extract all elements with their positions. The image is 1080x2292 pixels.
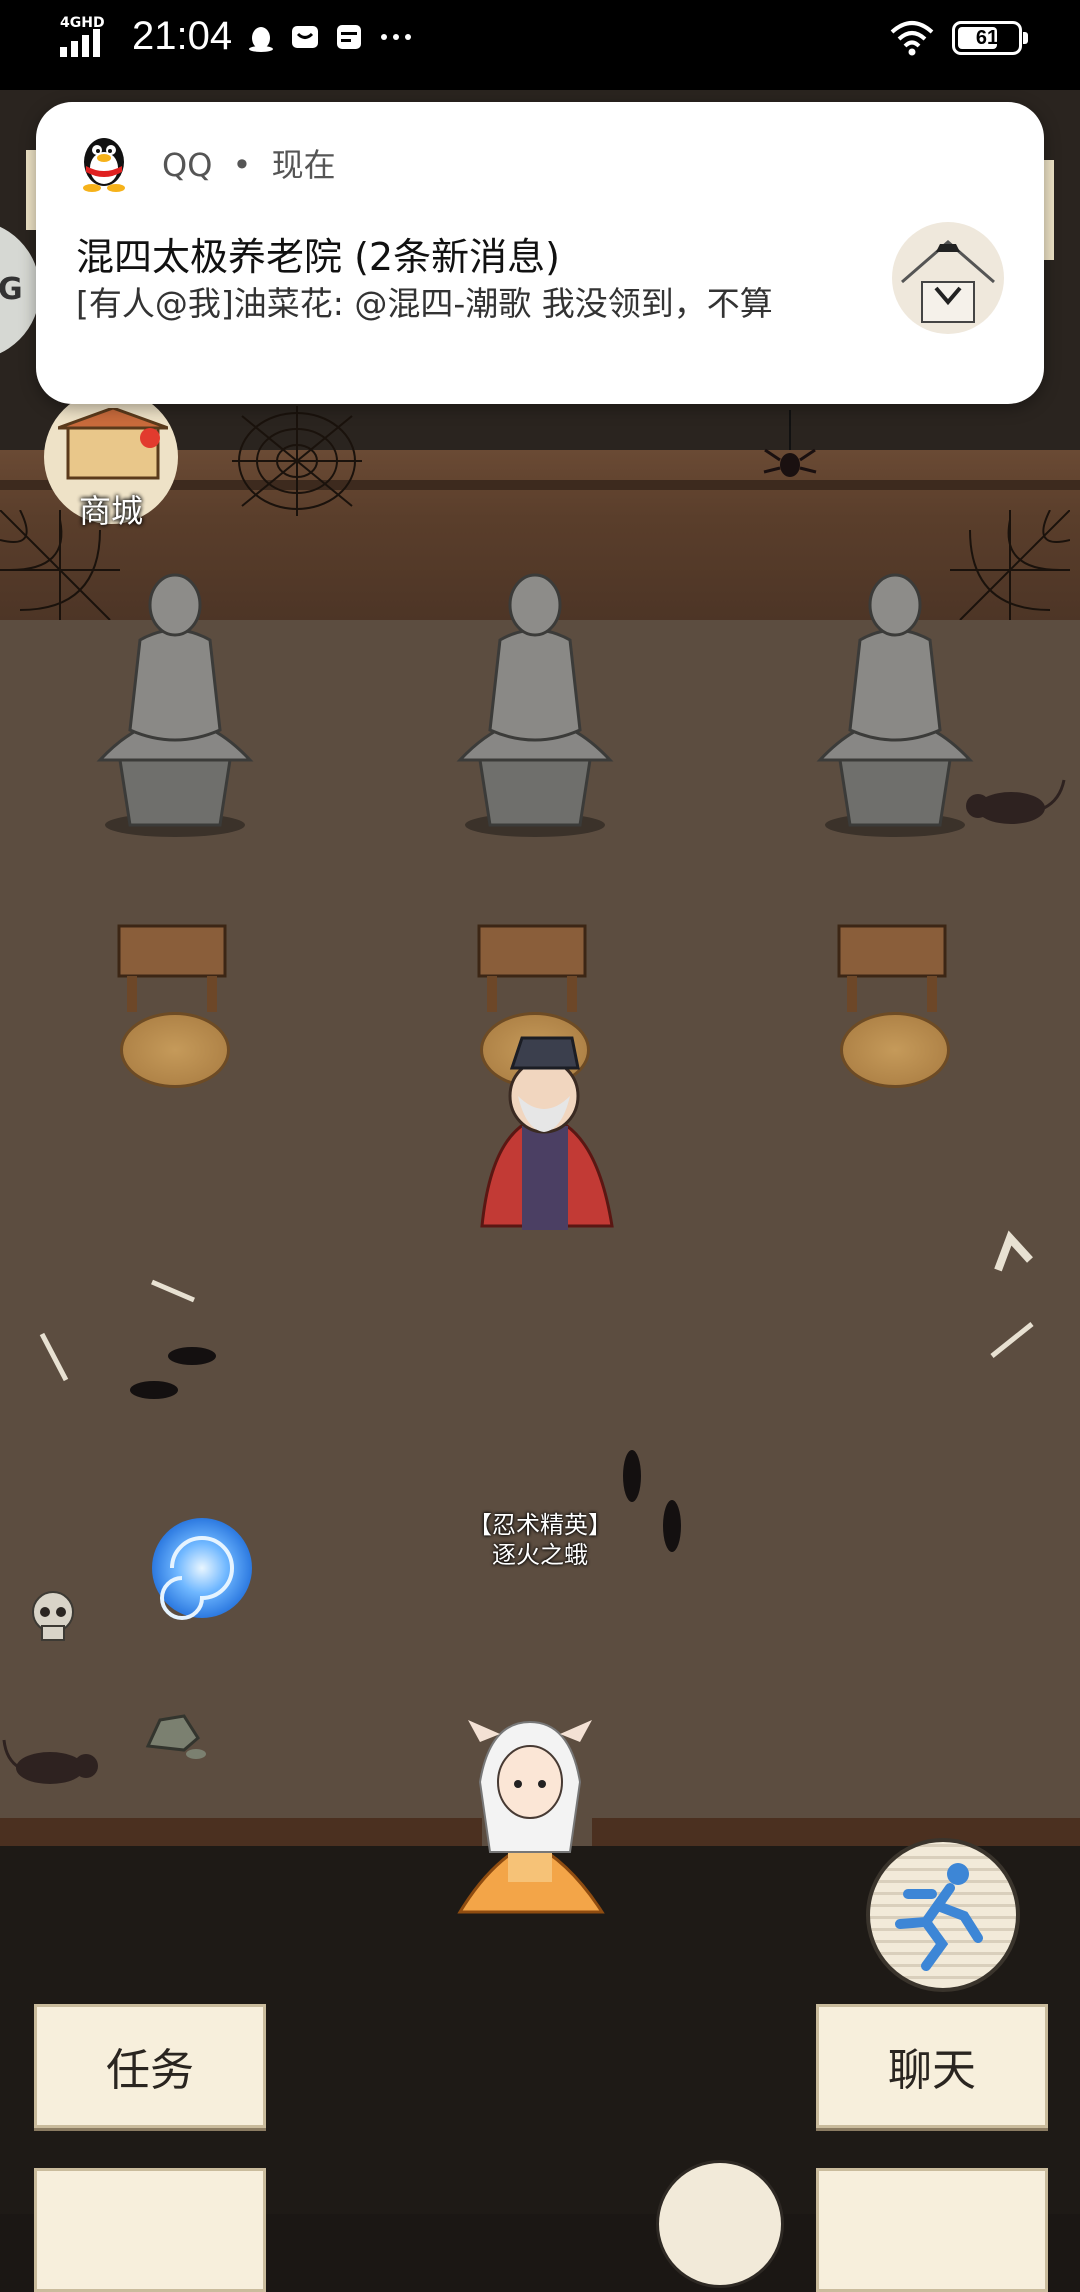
qq-penguin-icon [249, 26, 274, 52]
shop-button[interactable]: 商城 [36, 390, 186, 540]
notification-body: [有人@我]油菜花: @混四-潮歌 我没领到，不算 [76, 284, 773, 323]
lower-right-button[interactable] [816, 2168, 1048, 2292]
wifi-icon [890, 21, 934, 56]
lower-left-button[interactable] [34, 2168, 266, 2292]
player-title: 【忍术精英】 [468, 1511, 612, 1539]
skull-icon [32, 1591, 74, 1641]
shop-label: 商城 [78, 492, 143, 530]
shop-stall-icon [58, 408, 168, 480]
footprints-icon [130, 1347, 216, 1399]
rat-icon [966, 779, 1066, 824]
player-name-tag: 【忍术精英】 逐火之蛾 [440, 1510, 640, 1570]
game-scene[interactable]: G 【忍术精英】 逐火之蛾 商城 任务 聊天 [0, 90, 1080, 2292]
notification-time: 现在 [271, 146, 336, 184]
buddha-statue [96, 573, 254, 837]
status-bar: 4GHD 21:04 61 [0, 0, 1080, 90]
qq-notification[interactable]: QQ • 现在 混四太极养老院 (2条新消息) [有人@我]油菜花: @混四-潮… [36, 102, 1044, 404]
qq-penguin-icon [83, 138, 125, 192]
cellular-signal-icon: 4GHD [60, 15, 118, 59]
notification-header: QQ • 现在 [162, 140, 336, 186]
mail-icon [292, 25, 319, 48]
more-icon [381, 33, 412, 40]
chat-button[interactable]: 聊天 [816, 2004, 1048, 2128]
group-avatar [892, 222, 1004, 334]
task-button[interactable]: 任务 [34, 2004, 266, 2128]
center-menu-button[interactable] [656, 2160, 784, 2288]
notification-app-name: QQ [162, 146, 213, 184]
straw-mat [840, 1012, 950, 1088]
rock-icon [145, 1714, 206, 1759]
straw-mat [120, 1012, 230, 1088]
player-character[interactable] [450, 1712, 610, 1920]
buddha-statue [816, 573, 974, 837]
spider-icon [763, 410, 817, 477]
player-name: 逐火之蛾 [492, 1541, 588, 1569]
notification-title: 混四太极养老院 (2条新消息) [76, 235, 560, 279]
wooden-table [477, 924, 587, 1012]
old-master-npc[interactable] [462, 1026, 626, 1246]
card-icon [337, 24, 362, 49]
battery-level: 61 [975, 27, 999, 49]
bone-icon [151, 1279, 195, 1303]
wooden-table [837, 924, 947, 1012]
run-toggle-button[interactable] [866, 1838, 1020, 1992]
buddha-statue [456, 573, 614, 837]
portal-icon[interactable] [142, 1508, 262, 1628]
rat-icon [2, 1739, 98, 1784]
cobweb-icon [232, 406, 362, 516]
notification-separator: • [232, 146, 252, 184]
wooden-table [117, 924, 227, 1012]
bone-icon [39, 1332, 69, 1382]
bone-icon [994, 1230, 1033, 1272]
bone-icon [990, 1322, 1034, 1358]
clock: 21:04 [132, 14, 233, 58]
running-man-icon [895, 1863, 983, 1971]
battery-icon: 61 [952, 21, 1028, 55]
